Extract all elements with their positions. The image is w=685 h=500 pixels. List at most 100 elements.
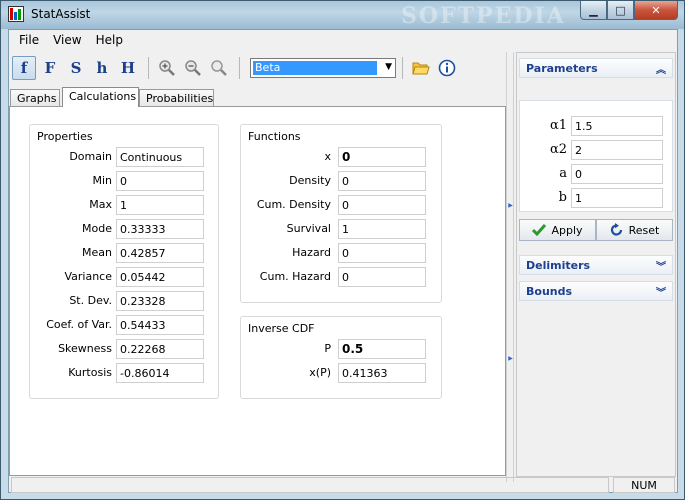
property-row: Kurtosis -0.86014 (30, 363, 220, 383)
inverse-cdf-title: Inverse CDF (248, 322, 315, 335)
function-row: Survival 1 (241, 219, 443, 239)
cum-hazard-button[interactable]: H (116, 56, 140, 80)
property-value: -0.86014 (116, 363, 204, 383)
caption-buttons: ▁ □ ✕ (580, 1, 678, 20)
survival-button[interactable]: S (64, 56, 88, 80)
property-label: Min (92, 174, 112, 187)
property-value: 0.22268 (116, 339, 204, 359)
menu-bar: File View Help (9, 30, 677, 51)
bounds-title: Bounds (526, 285, 573, 298)
function-value: 0 (338, 195, 426, 215)
menu-file[interactable]: File (12, 30, 46, 51)
hazard-button[interactable]: h (90, 56, 114, 80)
reset-icon (610, 223, 622, 236)
close-button[interactable]: ✕ (634, 1, 678, 20)
tab-probabilities[interactable]: Probabilities (139, 89, 214, 107)
property-value: 0.54433 (116, 315, 204, 335)
distribution-select[interactable]: Beta ▼ (250, 58, 396, 78)
p-input[interactable]: 0.5 (338, 339, 426, 359)
zoom-out-icon[interactable] (181, 56, 205, 80)
property-label: Max (89, 198, 112, 211)
tab-graphs[interactable]: Graphs (10, 89, 60, 107)
inverse-cdf-row: x(P) 0.41363 (241, 363, 443, 383)
property-value: 0.23328 (116, 291, 204, 311)
property-row: Mode 0.33333 (30, 219, 220, 239)
apply-button[interactable]: Apply (519, 219, 596, 241)
side-panel: Parameters ︽ α1 1.5 α2 2 a 0 b 1 Apply R… (516, 52, 676, 477)
property-value: Continuous (116, 147, 204, 167)
function-value: 0 (338, 267, 426, 287)
open-folder-icon[interactable] (409, 56, 433, 80)
zoom-in-icon[interactable] (155, 56, 179, 80)
parameter-row: α2 2 (520, 140, 674, 160)
app-window: StatAssist SOFTPEDIA ▁ □ ✕ File View Hel… (0, 0, 685, 500)
property-value: 0.42857 (116, 243, 204, 263)
zoom-reset-icon[interactable] (207, 56, 231, 80)
delimiters-header[interactable]: Delimiters ︾ (519, 255, 673, 275)
tab-calculations[interactable]: Calculations (62, 87, 139, 107)
chevron-right-icon: ▶ (508, 202, 513, 209)
minimize-button[interactable]: ▁ (580, 1, 607, 20)
cdf-button[interactable]: F (38, 56, 62, 80)
bounds-header[interactable]: Bounds ︾ (519, 281, 673, 301)
parameters-box: α1 1.5 α2 2 a 0 b 1 (519, 100, 673, 212)
alpha1-input[interactable]: 1.5 (571, 116, 663, 136)
pdf-button[interactable]: f (12, 56, 36, 80)
param-label: α2 (549, 142, 567, 157)
properties-title: Properties (37, 130, 93, 143)
property-row: St. Dev. 0.23328 (30, 291, 220, 311)
property-label: Coef. of Var. (46, 318, 112, 331)
chevron-right-icon: ▶ (508, 355, 513, 362)
maximize-button[interactable]: □ (607, 1, 634, 20)
property-row: Max 1 (30, 195, 220, 215)
chevron-down-icon: ︾ (656, 262, 666, 273)
functions-group: Functions x 0 Density 0 Cum. Density 0 S… (240, 124, 442, 303)
inverse-cdf-row: P 0.5 (241, 339, 443, 359)
function-row: x 0 (241, 147, 443, 167)
property-label: Variance (64, 270, 112, 283)
menu-help[interactable]: Help (89, 30, 130, 51)
b-input[interactable]: 1 (571, 188, 663, 208)
a-input[interactable]: 0 (571, 164, 663, 184)
minimize-icon: ▁ (589, 3, 598, 17)
property-value: 1 (116, 195, 204, 215)
maximize-icon: □ (615, 3, 626, 17)
function-row: Cum. Density 0 (241, 195, 443, 215)
property-row: Variance 0.05442 (30, 267, 220, 287)
panel-splitter[interactable]: ▶ ▶ (506, 52, 514, 482)
distribution-selected: Beta (253, 61, 377, 75)
parameter-row: a 0 (520, 164, 674, 184)
menu-view[interactable]: View (46, 30, 88, 51)
property-value: 0.05442 (116, 267, 204, 287)
chevron-down-icon: ︾ (656, 288, 666, 299)
function-label: Hazard (292, 246, 331, 259)
title-bar[interactable]: StatAssist SOFTPEDIA ▁ □ ✕ (1, 1, 684, 29)
function-row: Hazard 0 (241, 243, 443, 263)
function-row: Density 0 (241, 171, 443, 191)
x-input[interactable]: 0 (338, 147, 426, 167)
function-label: Survival (286, 222, 331, 235)
apply-label: Apply (551, 223, 583, 237)
parameter-row: α1 1.5 (520, 116, 674, 136)
reset-button[interactable]: Reset (596, 219, 673, 241)
property-row: Coef. of Var. 0.54433 (30, 315, 220, 335)
status-bar: NUM (9, 476, 677, 494)
property-value: 0.33333 (116, 219, 204, 239)
check-icon (532, 224, 547, 236)
function-label: Density (289, 174, 331, 187)
info-icon[interactable] (435, 56, 459, 80)
property-label: St. Dev. (69, 294, 112, 307)
function-label: Cum. Hazard (259, 270, 331, 283)
property-row: Mean 0.42857 (30, 243, 220, 263)
client-area: File View Help f F S h H Beta ▼ Graphs C… (8, 29, 678, 493)
window-title: StatAssist (31, 7, 91, 21)
property-label: Mode (82, 222, 112, 235)
property-row: Skewness 0.22268 (30, 339, 220, 359)
reset-label: Reset (628, 223, 660, 237)
property-row: Min 0 (30, 171, 220, 191)
property-label: Kurtosis (68, 366, 112, 379)
alpha2-input[interactable]: 2 (571, 140, 663, 160)
parameters-header[interactable]: Parameters ︽ (519, 58, 673, 78)
toolbar-divider (402, 57, 403, 79)
status-main (11, 477, 609, 493)
